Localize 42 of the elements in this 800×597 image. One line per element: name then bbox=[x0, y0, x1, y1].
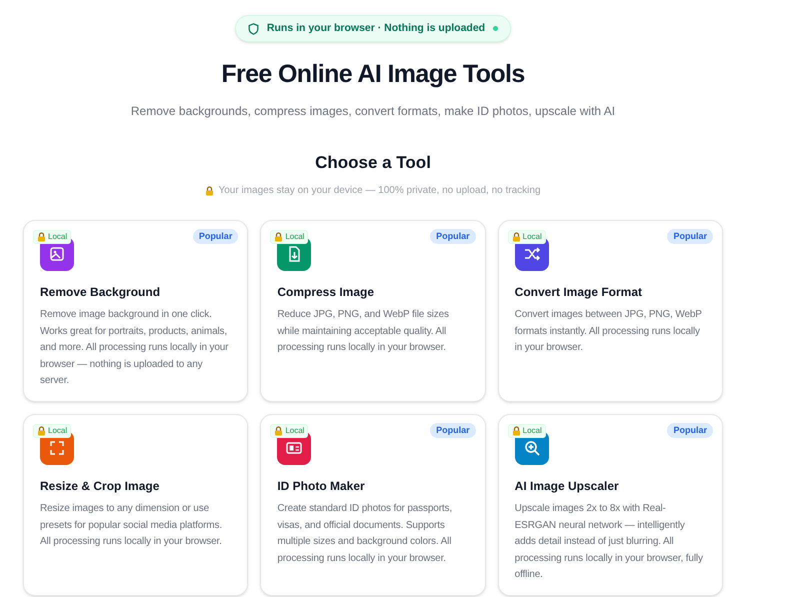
local-badge: Local bbox=[33, 230, 72, 244]
page-subtitle: Remove backgrounds, compress images, convert formats, make ID photos, upscale with AI bbox=[130, 102, 616, 120]
card-title: Compress Image bbox=[277, 284, 376, 301]
lock-icon bbox=[274, 426, 284, 436]
local-badge: Local bbox=[508, 230, 546, 244]
card-description: Create standard ID photos for passports, visas, and official documents. Supports multiple sizes and background colors. All processing runs locally in your browser. bbox=[277, 502, 453, 566]
lock-icon bbox=[37, 232, 46, 242]
tool-card[interactable] bbox=[498, 414, 723, 596]
banner-text: Runs in your browser · Nothing is uploaded bbox=[266, 20, 486, 36]
card-title: Convert Image Format bbox=[514, 284, 644, 301]
local-badge: Local bbox=[508, 424, 546, 438]
tool-card[interactable] bbox=[23, 220, 248, 402]
lock-icon bbox=[37, 426, 46, 436]
tool-card[interactable]: Local Popular ID Photo Maker Create standard ID photos for passports, visas, and official documents. Supports multiple sizes and background colors. All processing runs locally in your browser. bbox=[260, 414, 486, 596]
card-title: Resize & Crop Image bbox=[40, 478, 160, 495]
popular-badge: Popular bbox=[430, 229, 476, 244]
popular-badge: Popular bbox=[192, 229, 238, 244]
tool-card[interactable]: Local Popular Compress Image Reduce JPG, PNG, and WebP file sizes while maintaining acceptable quality. All processing runs locally in your browser. bbox=[260, 220, 486, 402]
local-badge: Local bbox=[270, 230, 308, 244]
lock-icon bbox=[512, 232, 521, 242]
lock-icon bbox=[274, 232, 284, 242]
section-title: Choose a Tool bbox=[315, 152, 431, 174]
popular-badge: Popular bbox=[667, 229, 713, 244]
card-description: Resize images to any dimension or use presets for popular social media platforms. All processing runs locally in your browser. bbox=[40, 502, 223, 549]
card-title: AI Image Upscaler bbox=[514, 478, 620, 495]
tool-card[interactable]: Local Resize & Crop Image Resize images to any dimension or use presets for popular social media platforms. All processing runs locally in your browser. bbox=[23, 414, 248, 596]
card-title: ID Photo Maker bbox=[277, 478, 366, 495]
lock-icon bbox=[205, 186, 214, 196]
card-description: Reduce JPG, PNG, and WebP file sizes while maintaining acceptable quality. All processing runs locally in your browser. bbox=[277, 308, 450, 355]
privacy-note: Your images stay on your device — 100% private, no upload, no tracking bbox=[218, 184, 541, 198]
tool-card[interactable]: Local Popular Convert Image Format Convert images between JPG, PNG, WebP formats instantly. All processing runs locally in your browser. bbox=[498, 220, 723, 402]
shield-icon bbox=[248, 22, 259, 34]
local-badge: Local bbox=[33, 424, 72, 438]
card-title: Remove Background bbox=[40, 284, 162, 301]
local-badge: Local bbox=[270, 424, 308, 438]
card-description: Remove image background in one click. Works great for portraits, products, animals, and more. All processing runs locally in your browser — nothing is uploaded to any server. bbox=[40, 308, 230, 388]
card-description: Upscale images 2x to 8x with Real-ESRGAN neural network — intelligently adds detail instead of just blurring. All processing runs locally in your browser, fully offline. bbox=[514, 502, 704, 582]
popular-badge: Popular bbox=[667, 423, 713, 438]
popular-badge: Popular bbox=[430, 423, 476, 438]
page-title: Free Online AI Image Tools bbox=[221, 59, 525, 90]
lock-icon bbox=[512, 426, 521, 436]
card-description: Convert images between JPG, PNG, WebP formats instantly. All processing runs locally in your browser. bbox=[514, 308, 703, 355]
